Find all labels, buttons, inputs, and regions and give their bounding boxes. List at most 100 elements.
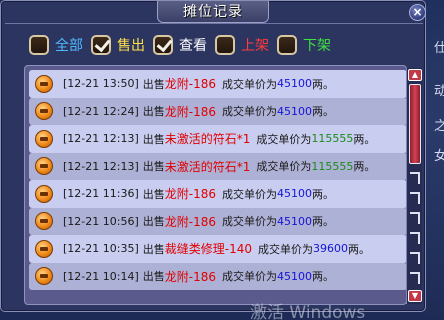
record-unit: 两。 xyxy=(353,132,376,146)
record-price: 115555 xyxy=(311,159,354,173)
scroll-up-icon[interactable]: ▲ xyxy=(408,69,422,81)
scroll-down-icon[interactable]: ▼ xyxy=(408,290,422,302)
coin-icon xyxy=(35,184,53,203)
record-action: 出售 xyxy=(142,242,165,256)
filter-checkbox[interactable] xyxy=(215,35,235,55)
coin-icon xyxy=(35,157,53,176)
record-unit: 两。 xyxy=(348,242,370,256)
fret-pattern-icon xyxy=(410,172,420,184)
record-price: 45100 xyxy=(277,269,312,283)
background-glyph: 之 xyxy=(434,119,444,134)
fret-pattern-icon xyxy=(410,212,420,224)
record-price: 45100 xyxy=(277,214,312,228)
record-action: 出售 xyxy=(142,270,165,284)
record-item: 龙附-186 xyxy=(164,269,216,284)
filter-checkbox[interactable] xyxy=(91,35,111,55)
record-price-label: 成交单价为 xyxy=(256,160,312,174)
record-list: [12-21 13:50] 出售 龙附-186 成交单价为 45100 两。 [12-21 … xyxy=(24,65,407,305)
record-price-label: 成交单价为 xyxy=(258,242,313,256)
record-row: [12-21 13:50] 出售 龙附-186 成交单价为 45100 两。 xyxy=(29,70,406,98)
record-item: 裁缝类修理-140 xyxy=(164,242,252,257)
coin-icon xyxy=(35,239,53,258)
filter-label: 查看 xyxy=(179,38,207,54)
filter-0[interactable]: 全部 xyxy=(29,35,83,55)
title-divider xyxy=(5,23,423,24)
record-price-label: 成交单价为 xyxy=(222,215,277,229)
record-price: 39600 xyxy=(313,242,348,256)
fret-pattern-icon xyxy=(410,272,420,284)
record-time: [12-21 10:35] xyxy=(63,242,139,256)
record-time: [12-21 10:14] xyxy=(63,269,139,283)
record-price-label: 成交单价为 xyxy=(222,270,277,284)
window-title: 摊位记录 xyxy=(157,1,269,23)
filter-label: 上架 xyxy=(241,38,269,54)
background-glyph: 仕 xyxy=(434,41,444,56)
record-price-label: 成交单价为 xyxy=(256,132,312,146)
record-action: 出售 xyxy=(142,105,165,119)
record-item: 龙附-186 xyxy=(164,104,216,119)
record-action: 出售 xyxy=(142,160,165,174)
record-item: 未激活的符石*1 xyxy=(164,159,251,174)
filter-label: 售出 xyxy=(117,38,145,54)
record-action: 出售 xyxy=(142,187,165,201)
filter-label: 下架 xyxy=(303,38,331,54)
record-unit: 两。 xyxy=(312,187,334,201)
scroll-thumb[interactable] xyxy=(409,84,421,164)
record-price-label: 成交单价为 xyxy=(222,187,277,201)
coin-icon xyxy=(35,102,53,121)
fret-pattern-icon xyxy=(410,192,420,204)
record-action: 出售 xyxy=(142,215,165,229)
record-item: 龙附-186 xyxy=(164,214,216,229)
record-row: [12-21 10:56] 出售 龙附-186 成交单价为 45100 两。 xyxy=(29,207,406,235)
filter-checkbox[interactable] xyxy=(277,35,297,55)
record-time: [12-21 10:56] xyxy=(63,214,139,228)
close-button[interactable]: × xyxy=(409,4,426,21)
record-row: [12-21 12:13] 出售 未激活的符石*1 成交单价为 115555 两。 xyxy=(29,152,406,180)
filter-4[interactable]: 下架 xyxy=(277,35,331,55)
filter-checkbox[interactable] xyxy=(29,35,49,55)
record-row: [12-21 11:36] 出售 龙附-186 成交单价为 45100 两。 xyxy=(29,180,406,208)
fret-pattern-icon xyxy=(410,252,420,264)
record-time: [12-21 13:50] xyxy=(63,77,139,91)
record-price-label: 成交单价为 xyxy=(222,105,277,119)
background-glyph: 女 xyxy=(434,149,444,164)
record-price: 45100 xyxy=(277,187,312,201)
record-action: 出售 xyxy=(142,132,165,146)
filter-checkbox[interactable] xyxy=(153,35,173,55)
record-row: [12-21 12:13] 出售 未激活的符石*1 成交单价为 115555 两。 xyxy=(29,125,406,153)
record-time: [12-21 11:36] xyxy=(63,187,139,201)
record-row: [12-21 12:24] 出售 龙附-186 成交单价为 45100 两。 xyxy=(29,97,406,125)
fret-pattern-icon xyxy=(410,232,420,244)
record-unit: 两。 xyxy=(312,105,334,119)
record-time: [12-21 12:24] xyxy=(63,104,139,118)
record-time: [12-21 12:13] xyxy=(63,132,139,146)
filter-2[interactable]: 查看 xyxy=(153,35,207,55)
coin-icon xyxy=(35,267,53,286)
record-item: 龙附-186 xyxy=(164,77,216,92)
stall-record-window: 摊位记录 × 全部 售出 查看 上架 下架 [12-21 13:50] 出售 龙附-186 成… xyxy=(0,0,426,312)
filter-3[interactable]: 上架 xyxy=(215,35,269,55)
background-glyph: 动 xyxy=(434,84,444,99)
record-price-label: 成交单价为 xyxy=(222,77,277,91)
record-row: [12-21 10:14] 出售 龙附-186 成交单价为 45100 两。 xyxy=(29,262,406,290)
coin-icon xyxy=(35,129,53,148)
scrollbar[interactable]: ▲ ▼ xyxy=(406,68,422,304)
record-action: 出售 xyxy=(142,77,165,91)
record-price: 45100 xyxy=(277,104,312,118)
coin-icon xyxy=(35,74,53,93)
record-item: 未激活的符石*1 xyxy=(164,132,251,147)
record-unit: 两。 xyxy=(353,160,376,174)
record-price: 45100 xyxy=(277,77,312,91)
record-price: 115555 xyxy=(311,132,354,146)
record-unit: 两。 xyxy=(312,215,334,229)
record-item: 龙附-186 xyxy=(164,187,216,202)
filter-label: 全部 xyxy=(55,38,83,54)
coin-icon xyxy=(35,212,53,231)
activation-watermark: 激活 Windows xyxy=(250,303,366,320)
record-rows: [12-21 13:50] 出售 龙附-186 成交单价为 45100 两。 [12-21 … xyxy=(29,70,406,290)
record-unit: 两。 xyxy=(312,270,334,284)
filter-1[interactable]: 售出 xyxy=(91,35,145,55)
record-unit: 两。 xyxy=(312,77,334,91)
filter-bar: 全部 售出 查看 上架 下架 xyxy=(29,35,339,55)
record-row: [12-21 10:35] 出售 裁缝类修理-140 成交单价为 39600 两。 xyxy=(29,235,406,263)
